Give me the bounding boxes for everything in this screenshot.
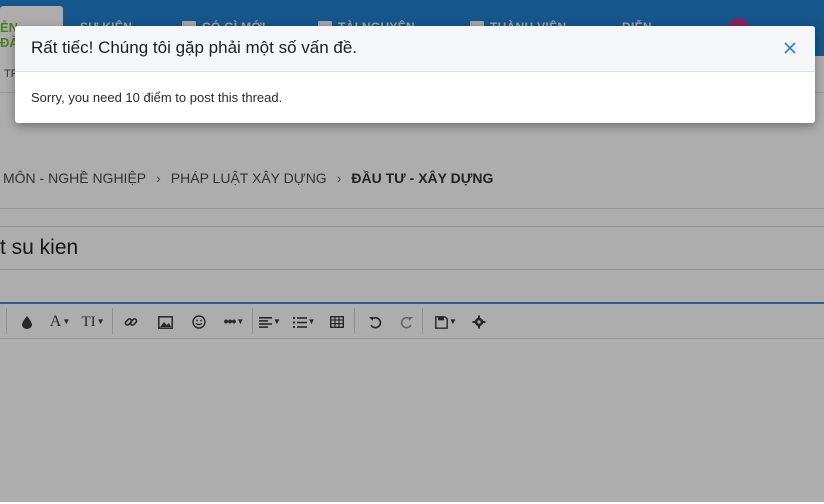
dialog-title: Rất tiếc! Chúng tôi gặp phải một số vấn …: [31, 38, 358, 57]
dialog-header: Rất tiếc! Chúng tôi gặp phải một số vấn …: [15, 26, 815, 72]
close-icon: [784, 42, 796, 54]
close-button[interactable]: [781, 39, 799, 57]
dialog-message: Sorry, you need 10 điểm to post this thr…: [31, 90, 283, 105]
error-dialog: Rất tiếc! Chúng tôi gặp phải một số vấn …: [15, 26, 815, 123]
